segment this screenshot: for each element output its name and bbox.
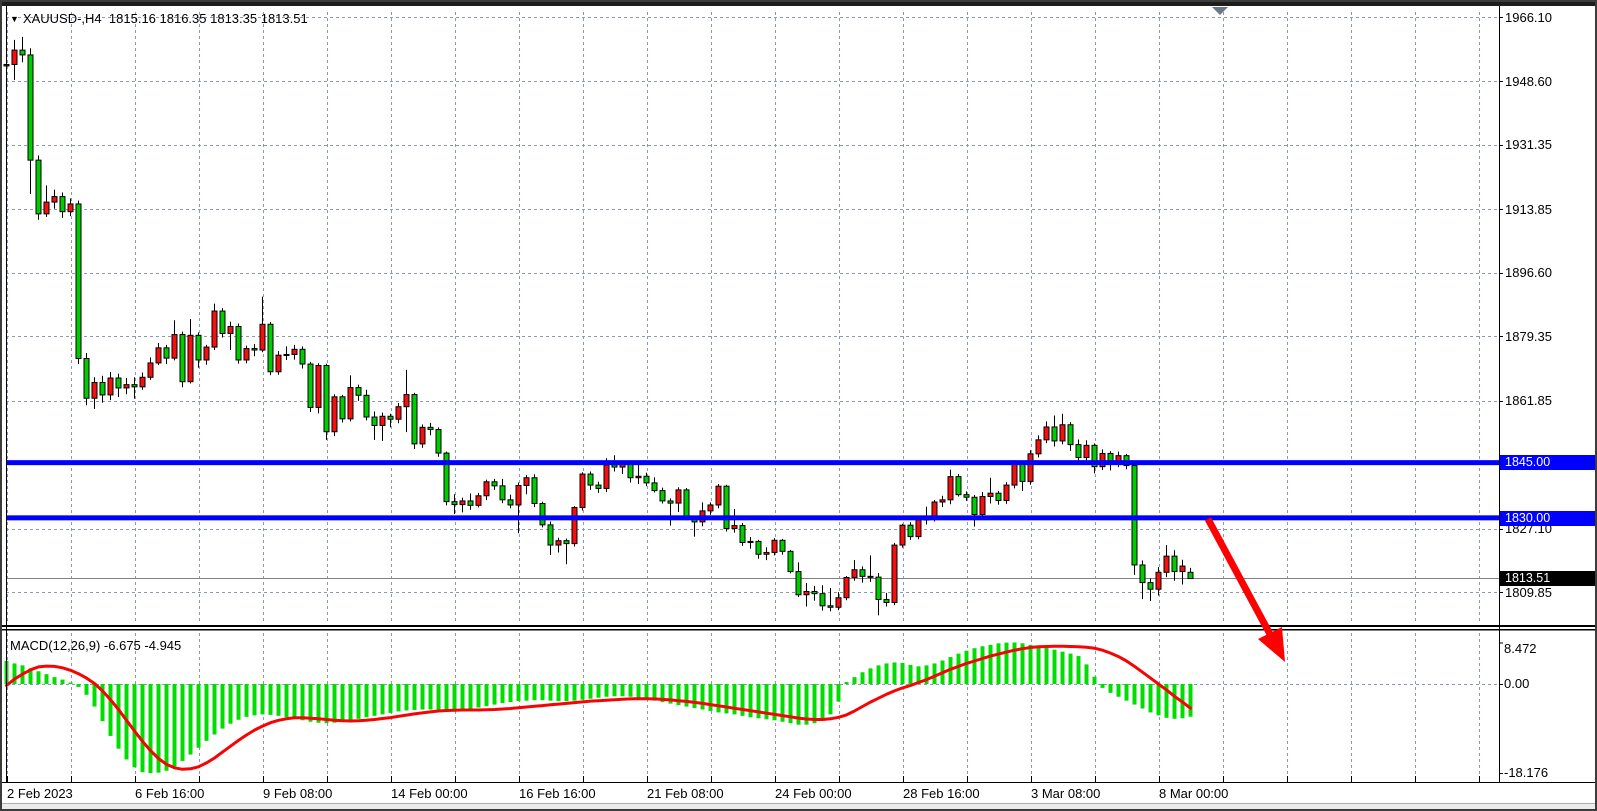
panel-frame <box>2 2 1597 783</box>
chart-canvas[interactable] <box>2 2 1597 811</box>
window-bottom-strip <box>2 803 1597 811</box>
level-line-1830[interactable] <box>6 515 1499 520</box>
level-line-1845[interactable] <box>6 460 1499 465</box>
chart-shift-marker[interactable] <box>1212 7 1228 15</box>
current-price-badge: 1813.51 <box>1500 571 1596 586</box>
resistance-level-badge: 1845.00 <box>1500 455 1596 470</box>
mt4-chart-window: ▼XAUUSD-,H4 1815.16 1816.35 1813.35 1813… <box>0 0 1597 811</box>
axis-ticks <box>8 18 1504 783</box>
trend-arrow[interactable] <box>1208 519 1285 662</box>
support-level-badge: 1830.00 <box>1500 511 1596 526</box>
grid-layer <box>6 12 1499 781</box>
candlestick-series <box>4 37 1193 615</box>
macd-histogram <box>5 642 1193 773</box>
